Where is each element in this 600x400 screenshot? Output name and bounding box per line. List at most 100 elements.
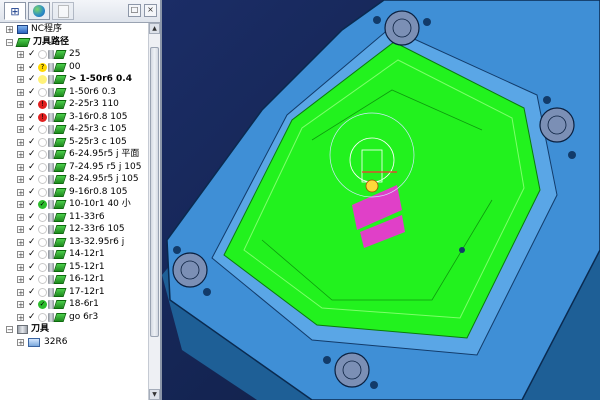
- tree-toolpath-item[interactable]: + ✓ 15-12r1: [0, 261, 148, 274]
- expand-toggle-icon[interactable]: +: [17, 88, 24, 96]
- checkmark-icon[interactable]: ✓: [28, 62, 37, 72]
- expand-toggle-icon[interactable]: +: [17, 63, 24, 71]
- globe-icon: [33, 5, 45, 17]
- checkmark-icon[interactable]: ✓: [28, 312, 37, 322]
- explorer-tabbar: ⊞ □ ×: [0, 0, 160, 23]
- expand-toggle-icon[interactable]: +: [17, 226, 24, 234]
- checkmark-icon[interactable]: ✓: [28, 299, 37, 309]
- checkmark-icon[interactable]: ✓: [28, 174, 37, 184]
- tree-toolpath-item[interactable]: + ✓ 6-24.95r5 j 平面: [0, 148, 148, 161]
- tree-tool-item[interactable]: +32R6: [0, 336, 148, 349]
- arrow-up-icon: ▲: [152, 25, 157, 32]
- panel-restore-button[interactable]: □: [128, 4, 141, 17]
- tree-toolpath-item[interactable]: + ✓ 4-25r3 c 105: [0, 123, 148, 136]
- scroll-up-button[interactable]: ▲: [149, 23, 160, 34]
- mold-3d-view: [162, 0, 600, 400]
- expand-toggle-icon[interactable]: +: [17, 126, 24, 134]
- bolt-hole: [568, 151, 576, 159]
- expand-toggle-icon[interactable]: +: [17, 51, 24, 59]
- checkmark-icon[interactable]: ✓: [28, 199, 37, 209]
- expand-toggle-icon[interactable]: −: [6, 326, 13, 334]
- expand-toggle-icon[interactable]: +: [17, 301, 24, 309]
- expand-toggle-icon[interactable]: −: [6, 38, 13, 46]
- tree-toolpath-item[interactable]: + ✓ ✓ 10-10r1 40 小: [0, 198, 148, 211]
- arrow-down-icon: ▼: [152, 391, 157, 398]
- tree-scrollbar[interactable]: ▲ ▼: [148, 23, 160, 400]
- expand-toggle-icon[interactable]: +: [17, 251, 24, 259]
- expand-toggle-icon[interactable]: +: [17, 163, 24, 171]
- checkmark-icon[interactable]: ✓: [28, 74, 37, 84]
- expand-toggle-icon[interactable]: +: [17, 176, 24, 184]
- checkmark-icon[interactable]: ✓: [28, 287, 37, 297]
- tree-toolpath-item[interactable]: + ✓ 5-25r3 c 105: [0, 136, 148, 149]
- scroll-thumb[interactable]: [150, 47, 159, 337]
- tree-toolpath-item[interactable]: + ✓ 25: [0, 48, 148, 61]
- tree-toolpath-item[interactable]: + ✓! 3-16r0.8 105: [0, 111, 148, 124]
- tree-toolpaths[interactable]: − 刀具路径: [0, 36, 148, 49]
- status-ok-icon: [38, 250, 47, 259]
- tree-toolpath-item[interactable]: + ✓ ✓ 18-6r1: [0, 298, 148, 311]
- scroll-down-button[interactable]: ▼: [149, 389, 160, 400]
- expand-toggle-icon[interactable]: +: [17, 288, 24, 296]
- tree-item-label: 6-24.95r5 j 平面: [69, 149, 140, 159]
- expand-toggle-icon[interactable]: +: [17, 113, 24, 121]
- checkmark-icon[interactable]: ✓: [28, 224, 37, 234]
- toolpath-icon: [53, 237, 67, 247]
- tab-tree-view[interactable]: ⊞: [4, 2, 26, 20]
- checkmark-icon[interactable]: ✓: [28, 99, 37, 109]
- checkmark-icon[interactable]: ✓: [28, 137, 37, 147]
- tree-item-label: 25: [69, 49, 81, 59]
- tree-toolpath-item[interactable]: + ✓! 2-25r3 110: [0, 98, 148, 111]
- checkmark-icon[interactable]: ✓: [28, 274, 37, 284]
- tree-nc-programs[interactable]: + NC程序: [0, 23, 148, 36]
- expand-toggle-icon[interactable]: +: [17, 188, 24, 196]
- expand-toggle-icon[interactable]: +: [17, 338, 24, 346]
- expand-toggle-icon[interactable]: +: [17, 151, 24, 159]
- expand-toggle-icon[interactable]: +: [17, 138, 24, 146]
- tree-toolpath-item[interactable]: + ✓ 1-50r6 0.3: [0, 86, 148, 99]
- status-ok-icon: [38, 312, 47, 322]
- graphics-viewport[interactable]: [162, 0, 600, 400]
- toolpath-icon: [53, 212, 67, 222]
- tab-disabled-view[interactable]: [52, 2, 74, 20]
- tree-toolpath-item[interactable]: + ✓ 14-12r1: [0, 248, 148, 261]
- tree-toolpath-item[interactable]: + ✓ 12-33r6 105: [0, 223, 148, 236]
- status-ok-icon: [38, 175, 47, 184]
- tree-tools[interactable]: − 刀具: [0, 323, 148, 336]
- checkmark-icon[interactable]: ✓: [28, 49, 37, 59]
- checkmark-icon[interactable]: ✓: [28, 87, 37, 97]
- tree-toolpath-item[interactable]: + ✓ 13-32.95r6 j: [0, 236, 148, 249]
- bolt-hole: [203, 288, 211, 296]
- checkmark-icon[interactable]: ✓: [28, 112, 37, 122]
- checkmark-icon[interactable]: ✓: [28, 187, 37, 197]
- tree-toolpath-item[interactable]: + ✓ 11-33r6: [0, 211, 148, 224]
- expand-toggle-icon[interactable]: +: [17, 276, 24, 284]
- tree-toolpath-item[interactable]: + ✓ 9-16r0.8 105: [0, 186, 148, 199]
- expand-toggle-icon[interactable]: +: [17, 313, 24, 321]
- tree-toolpath-item[interactable]: + ✓ 17-12r1: [0, 286, 148, 299]
- bolt-hole: [370, 381, 378, 389]
- expand-toggle-icon[interactable]: +: [17, 76, 24, 84]
- expand-toggle-icon[interactable]: +: [17, 238, 24, 246]
- checkmark-icon[interactable]: ✓: [28, 149, 37, 159]
- expand-toggle-icon[interactable]: +: [17, 101, 24, 109]
- expand-toggle-icon[interactable]: +: [17, 201, 24, 209]
- tree-toolpath-item[interactable]: + ✓? 00: [0, 61, 148, 74]
- checkmark-icon[interactable]: ✓: [28, 124, 37, 134]
- tree-toolpath-item[interactable]: + ✓ 7-24.95 r5 j 105: [0, 161, 148, 174]
- tree-toolpath-item[interactable]: + ✓ 16-12r1: [0, 273, 148, 286]
- tree-toolpath-item[interactable]: + ✓ go 6r3: [0, 311, 148, 324]
- checkmark-icon[interactable]: ✓: [28, 162, 37, 172]
- tree-toolpath-item[interactable]: + ✓ 8-24.95r5 j 105: [0, 173, 148, 186]
- tree-toolpath-item[interactable]: + ✓ > 1-50r6 0.4: [0, 73, 148, 86]
- checkmark-icon[interactable]: ✓: [28, 249, 37, 259]
- checkmark-icon[interactable]: ✓: [28, 262, 37, 272]
- tab-globe-view[interactable]: [28, 2, 50, 20]
- checkmark-icon[interactable]: ✓: [28, 212, 37, 222]
- expand-toggle-icon[interactable]: +: [17, 263, 24, 271]
- tree-item-label: 12-33r6 105: [69, 224, 125, 234]
- checkmark-icon[interactable]: ✓: [28, 237, 37, 247]
- panel-close-button[interactable]: ×: [144, 4, 157, 17]
- expand-toggle-icon[interactable]: +: [6, 26, 13, 34]
- expand-toggle-icon[interactable]: +: [17, 213, 24, 221]
